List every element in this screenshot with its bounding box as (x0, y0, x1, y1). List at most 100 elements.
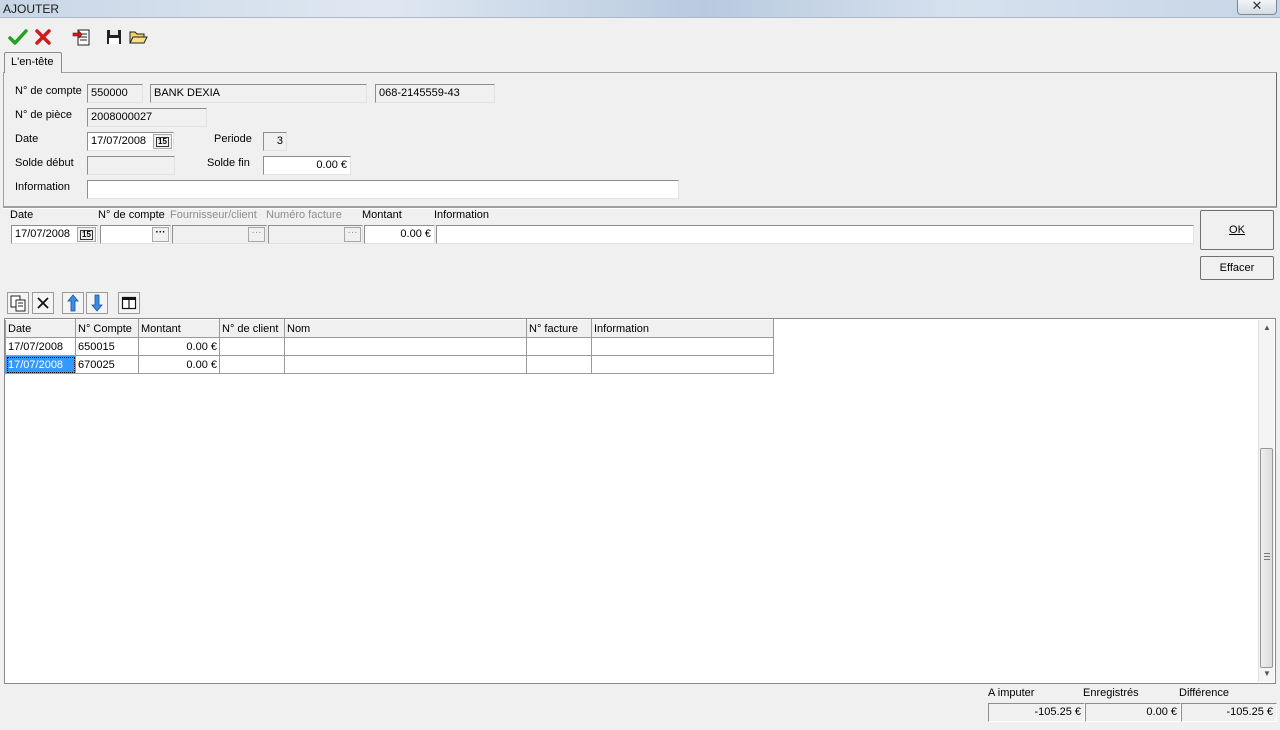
entries-grid[interactable]: Date N° Compte Montant N° de client Nom … (4, 318, 1276, 684)
clear-button-label: Effacer (1219, 262, 1255, 274)
entry-invoice-label: Numéro facture (266, 209, 342, 221)
cell-amount[interactable]: 0.00 € (138, 337, 220, 356)
cell-invoice[interactable] (526, 337, 592, 356)
column-header-invoice[interactable]: N° facture (526, 319, 592, 338)
to-post-label: A imputer (988, 687, 1035, 699)
vertical-scrollbar[interactable]: ▲ ▼ (1258, 320, 1274, 682)
clear-button[interactable]: Effacer (1200, 256, 1274, 280)
date-input-value: 17/07/2008 (91, 135, 147, 147)
start-balance-label: Solde début (15, 157, 74, 169)
move-up-button[interactable] (62, 292, 84, 314)
account-label: N° de compte (15, 85, 82, 97)
columns-button[interactable] (118, 292, 140, 314)
cell-client[interactable] (219, 355, 285, 374)
delete-x-icon (37, 297, 49, 309)
cell-account[interactable]: 670025 (75, 355, 139, 374)
ok-button[interactable]: OK (1200, 210, 1274, 250)
ok-button-label: OK (1229, 224, 1245, 236)
red-x-icon (35, 29, 51, 45)
bank-account-field: 068-2145559-43 (375, 84, 495, 103)
calendar-icon: 15 (156, 137, 169, 147)
cell-invoice[interactable] (526, 355, 592, 374)
delete-row-button[interactable] (32, 292, 54, 314)
import-button[interactable] (71, 26, 93, 48)
entry-information-input[interactable] (436, 225, 1194, 244)
confirm-button[interactable] (7, 26, 29, 48)
account-name-field: BANK DEXIA (150, 84, 367, 103)
move-down-button[interactable] (86, 292, 108, 314)
piece-label: N° de pièce (15, 109, 72, 121)
entry-date-input-value: 17/07/2008 (15, 228, 71, 240)
recorded-value: 0.00 € (1085, 703, 1181, 722)
scroll-up-arrow-icon[interactable]: ▲ (1259, 320, 1275, 336)
column-header-date[interactable]: Date (5, 319, 76, 338)
entry-date-picker-button[interactable]: 15 (77, 227, 96, 242)
table-row[interactable]: 17/07/2008 670025 0.00 € (5, 355, 774, 374)
cell-account[interactable]: 650015 (75, 337, 139, 356)
account-number-field: 550000 (87, 84, 143, 103)
arrow-up-icon (67, 294, 79, 312)
date-picker-button[interactable]: 15 (153, 134, 172, 149)
column-header-amount[interactable]: Montant (138, 319, 220, 338)
entry-supplier-label: Fournisseur/client (170, 209, 257, 221)
entry-date-label: Date (10, 209, 34, 221)
tab-header[interactable]: L'en-tête (4, 52, 62, 73)
close-window-button[interactable]: ✕ (1237, 0, 1277, 15)
date-label: Date (15, 133, 39, 145)
to-post-value: -105.25 € (988, 703, 1085, 722)
column-header-information[interactable]: Information (591, 319, 774, 338)
scroll-down-arrow-icon[interactable]: ▼ (1259, 666, 1275, 682)
open-button[interactable] (127, 26, 149, 48)
columns-icon (121, 296, 137, 310)
date-input[interactable]: 17/07/2008 15 (87, 132, 174, 151)
account-lookup-button[interactable]: ··· (152, 227, 169, 242)
cell-amount[interactable]: 0.00 € (138, 355, 220, 374)
checkmark-icon (8, 29, 28, 45)
grip-icon (1264, 553, 1270, 560)
scrollbar-thumb[interactable] (1260, 448, 1273, 668)
entry-date-input[interactable]: 17/07/2008 15 (11, 225, 98, 244)
cell-client[interactable] (219, 337, 285, 356)
entry-invoice-input: ··· (268, 225, 363, 244)
table-row[interactable]: 17/07/2008 650015 0.00 € (5, 337, 774, 356)
cell-information[interactable] (591, 337, 774, 356)
close-icon: ✕ (1251, 0, 1263, 13)
floppy-disk-icon (107, 30, 121, 44)
entry-information-label: Information (434, 209, 490, 221)
entry-supplier-input: ··· (172, 225, 267, 244)
save-button[interactable] (103, 26, 125, 48)
column-header-account[interactable]: N° Compte (75, 319, 139, 338)
grid-header-row: Date N° Compte Montant N° de client Nom … (5, 319, 774, 338)
cell-date-selected[interactable]: 17/07/2008 (5, 355, 76, 374)
entry-account-input[interactable]: ··· (100, 225, 171, 244)
end-balance-label: Solde fin (207, 157, 250, 169)
ellipsis-icon: ··· (155, 227, 166, 238)
cell-name[interactable] (284, 355, 527, 374)
cell-name[interactable] (284, 337, 527, 356)
copy-row-button[interactable] (7, 292, 29, 314)
title-bar: AJOUTER ✕ (0, 0, 1280, 18)
entry-amount-label: Montant (362, 209, 402, 221)
column-header-name[interactable]: Nom (284, 319, 527, 338)
period-label: Periode (214, 133, 252, 145)
supplier-lookup-button: ··· (248, 227, 265, 242)
window-title: AJOUTER (3, 2, 60, 16)
end-balance-input[interactable]: 0.00 € (263, 156, 351, 175)
cell-information[interactable] (591, 355, 774, 374)
entry-account-label: N° de compte (98, 209, 165, 221)
cancel-button[interactable] (32, 26, 54, 48)
recorded-label: Enregistrés (1083, 687, 1139, 699)
ellipsis-icon: ··· (251, 227, 262, 238)
piece-number-field: 2008000027 (87, 108, 207, 127)
cell-date[interactable]: 17/07/2008 (5, 337, 76, 356)
tab-header-label: L'en-tête (11, 56, 54, 68)
invoice-lookup-button: ··· (344, 227, 361, 242)
column-header-client[interactable]: N° de client (219, 319, 285, 338)
import-document-icon (72, 29, 90, 46)
difference-value: -105.25 € (1181, 703, 1277, 722)
ellipsis-icon: ··· (347, 227, 358, 238)
entry-amount-input[interactable]: 0.00 € (364, 225, 435, 244)
start-balance-field (87, 156, 175, 175)
entries-table: Date N° Compte Montant N° de client Nom … (5, 319, 774, 374)
information-input[interactable] (87, 180, 679, 199)
